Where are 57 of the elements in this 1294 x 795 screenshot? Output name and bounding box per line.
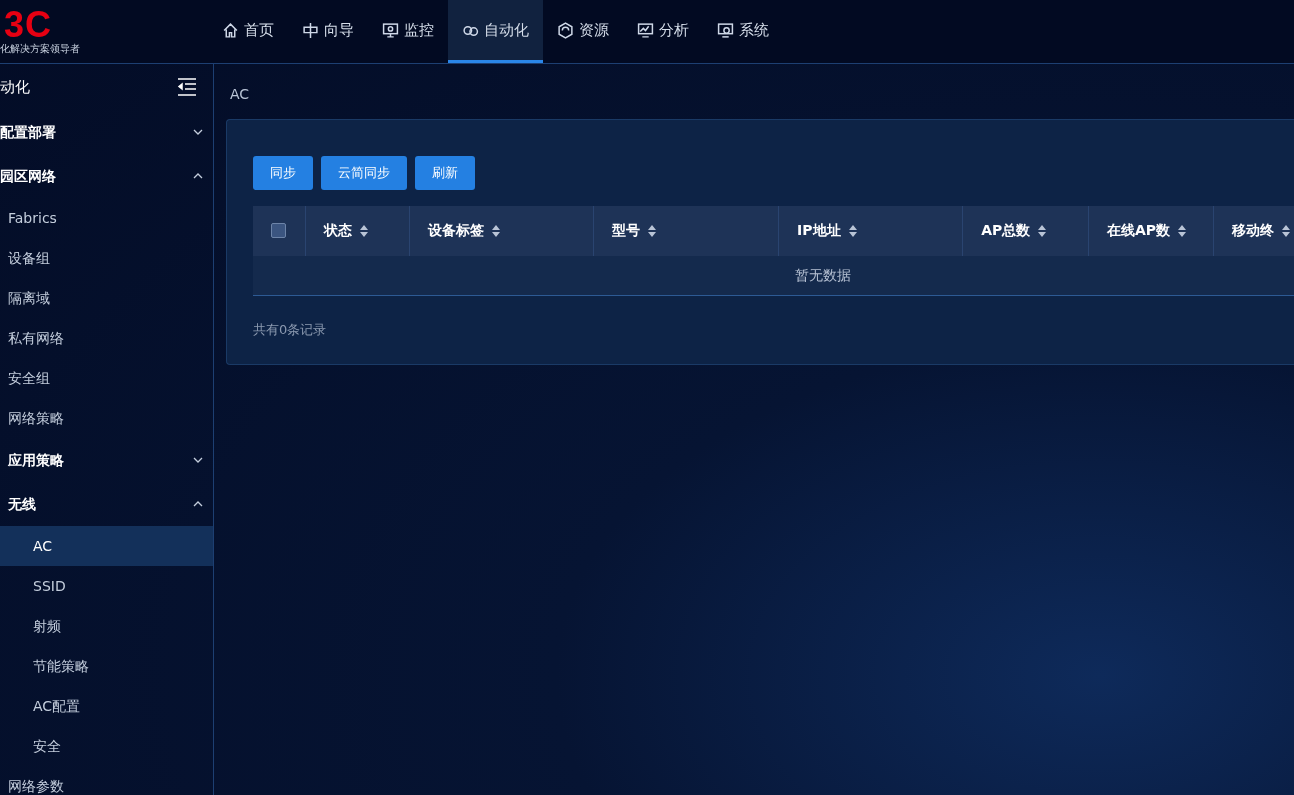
sidebar-item[interactable]: SSID bbox=[0, 566, 213, 606]
sidebar-item[interactable]: AC配置 bbox=[0, 686, 213, 726]
logo-tagline: 化解决方案领导者 bbox=[0, 41, 81, 56]
nav-tab[interactable]: 向导 bbox=[288, 0, 368, 63]
select-all-checkbox[interactable] bbox=[271, 223, 286, 238]
column-header[interactable]: 设备标签 bbox=[427, 220, 484, 241]
column-header[interactable]: AP总数 bbox=[981, 220, 1031, 241]
nav-tab[interactable]: 系统 bbox=[703, 0, 783, 63]
action-button[interactable]: 云简同步 bbox=[321, 156, 407, 190]
chevron-up-icon bbox=[193, 499, 203, 509]
sidebar-item[interactable]: Fabrics bbox=[0, 198, 213, 238]
chevron-down-icon bbox=[193, 455, 203, 465]
sort-icon[interactable] bbox=[359, 224, 368, 237]
action-button[interactable]: 刷新 bbox=[415, 156, 475, 190]
sidebar-item[interactable]: 私有网络 bbox=[0, 318, 213, 358]
action-button[interactable]: 同步 bbox=[253, 156, 313, 190]
chevron-up-icon bbox=[193, 171, 203, 181]
record-count: 共有0条记录 bbox=[253, 320, 328, 339]
sidebar-item[interactable]: 节能策略 bbox=[0, 646, 213, 686]
sort-icon[interactable] bbox=[1281, 224, 1290, 237]
column-header[interactable]: 型号 bbox=[612, 220, 640, 241]
column-header[interactable]: 在线AP数 bbox=[1107, 220, 1171, 241]
sidebar-group[interactable]: 无线 bbox=[0, 482, 213, 526]
sidebar-group[interactable]: 应用策略 bbox=[0, 438, 213, 482]
empty-message: 暂无数据 bbox=[795, 265, 851, 285]
sidebar-group[interactable]: 园区网络 bbox=[0, 154, 213, 198]
logo-text: 3C bbox=[4, 7, 53, 42]
nav-tab[interactable]: 分析 bbox=[623, 0, 703, 63]
collapse-menu-icon[interactable] bbox=[177, 78, 197, 96]
sidebar-item[interactable]: 安全 bbox=[0, 726, 213, 766]
sidebar-item[interactable]: 隔离域 bbox=[0, 278, 213, 318]
monitor-icon bbox=[382, 21, 399, 39]
sort-icon[interactable] bbox=[848, 224, 857, 237]
nav-tab[interactable]: 资源 bbox=[543, 0, 623, 63]
nav-tab[interactable]: 监控 bbox=[368, 0, 448, 63]
chevron-down-icon bbox=[193, 127, 203, 137]
sidebar-item[interactable]: 网络参数 bbox=[0, 766, 213, 795]
sidebar-item[interactable]: 设备组 bbox=[0, 238, 213, 278]
column-header[interactable]: 移动终 bbox=[1231, 220, 1274, 241]
sort-icon[interactable] bbox=[491, 224, 500, 237]
breadcrumb-text: AC bbox=[230, 85, 251, 104]
house-icon bbox=[222, 21, 239, 39]
sort-icon[interactable] bbox=[1038, 224, 1047, 237]
column-header[interactable]: IP地址 bbox=[797, 220, 841, 241]
column-header[interactable]: 状态 bbox=[323, 220, 352, 241]
sidebar-group[interactable]: 配置部署 bbox=[0, 110, 213, 154]
sidebar-title: 动化 bbox=[0, 76, 30, 98]
sidebar-item[interactable]: 网络策略 bbox=[0, 398, 213, 438]
sidebar-item[interactable]: 射频 bbox=[0, 606, 213, 646]
chart-icon bbox=[637, 21, 654, 39]
sidebar-item[interactable]: AC bbox=[0, 526, 213, 566]
sort-icon[interactable] bbox=[1178, 224, 1187, 237]
nav-tab[interactable]: 首页 bbox=[208, 0, 288, 63]
sort-icon[interactable] bbox=[648, 224, 656, 237]
nav-tab[interactable]: 自动化 bbox=[448, 0, 543, 63]
signpost-icon bbox=[302, 21, 319, 39]
sidebar-item[interactable]: 安全组 bbox=[0, 358, 213, 398]
